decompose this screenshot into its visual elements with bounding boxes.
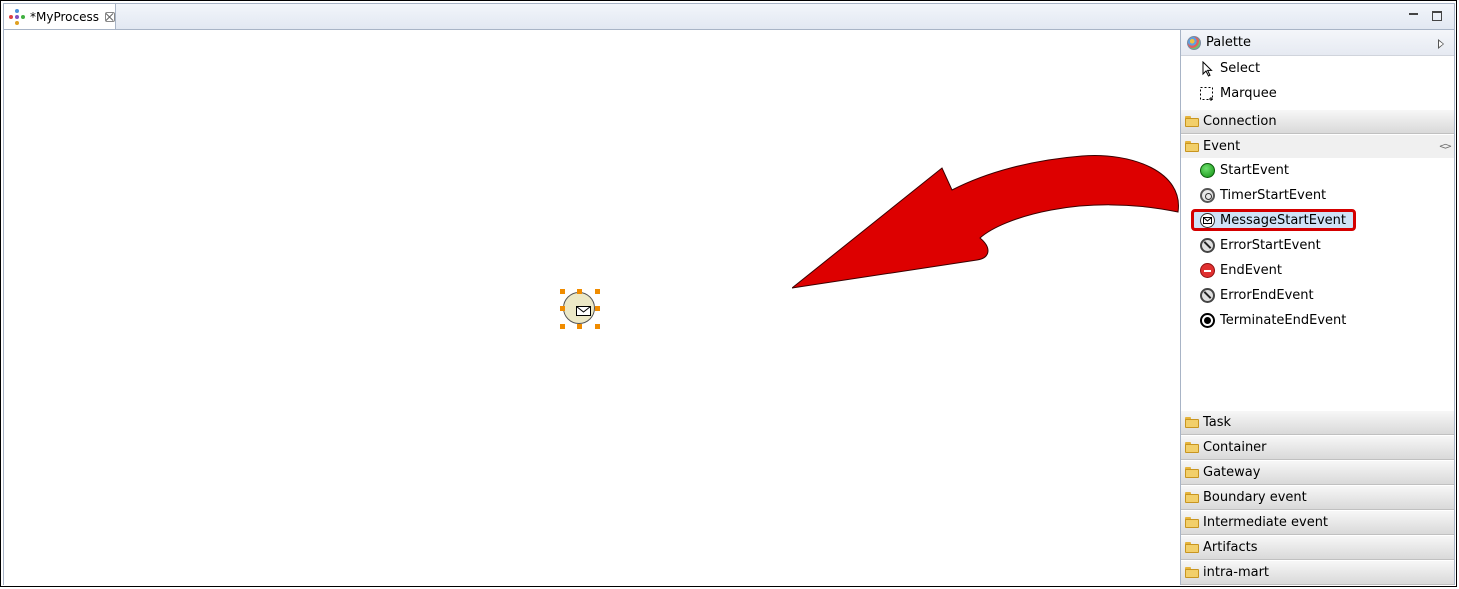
- entry-error-end-event[interactable]: ErrorEndEvent: [1181, 283, 1454, 308]
- folder-open-icon: [1185, 141, 1199, 152]
- selection-handle[interactable]: [560, 289, 565, 294]
- drawer-gateway[interactable]: Gateway: [1181, 460, 1454, 485]
- process-icon: [9, 8, 25, 25]
- window-frame: *MyProcess Palette Select Marquee Connec…: [0, 0, 1457, 587]
- entry-label: StartEvent: [1220, 163, 1289, 178]
- folder-icon: [1185, 467, 1199, 478]
- entry-timer-start-event[interactable]: TimerStartEvent: [1181, 183, 1454, 208]
- drawer-label: Event: [1203, 139, 1241, 154]
- palette-collapse-icon[interactable]: [1438, 39, 1444, 49]
- selection-handle[interactable]: [560, 324, 565, 329]
- folder-icon: [1185, 492, 1199, 503]
- entry-end-event[interactable]: EndEvent: [1181, 258, 1454, 283]
- entry-label: EndEvent: [1220, 263, 1282, 278]
- entry-label: ErrorEndEvent: [1220, 288, 1314, 303]
- entry-label: MessageStartEvent: [1220, 213, 1346, 228]
- palette-icon: [1187, 35, 1201, 50]
- entry-label: TimerStartEvent: [1220, 188, 1327, 203]
- folder-icon: [1185, 517, 1199, 528]
- drawer-label: Container: [1203, 440, 1267, 455]
- tab-title: *MyProcess: [30, 9, 99, 24]
- drawer-label: Task: [1203, 415, 1232, 430]
- tool-label: Select: [1220, 61, 1261, 76]
- drawer-intra-mart[interactable]: intra-mart: [1181, 560, 1454, 585]
- minimize-button[interactable]: [1408, 10, 1419, 20]
- folder-icon: [1185, 542, 1199, 553]
- end-event-icon: [1200, 263, 1215, 278]
- drawer-connection[interactable]: Connection: [1181, 109, 1454, 134]
- entry-label: TerminateEndEvent: [1220, 313, 1347, 328]
- palette-title: Palette: [1206, 35, 1252, 50]
- drawer-label: intra-mart: [1203, 565, 1270, 580]
- envelope-icon: [576, 306, 591, 316]
- pin-icon[interactable]: <>: [1439, 142, 1452, 152]
- message-start-event-node[interactable]: [560, 289, 600, 329]
- folder-icon: [1185, 442, 1199, 453]
- start-event-icon: [1200, 163, 1215, 178]
- error-start-event-icon: [1200, 238, 1215, 253]
- entry-start-event[interactable]: StartEvent: [1181, 158, 1454, 183]
- palette-bottom-drawers: Task Container Gateway Boundary event In…: [1181, 410, 1454, 585]
- drawer-label: Connection: [1203, 114, 1277, 129]
- drawer-task[interactable]: Task: [1181, 410, 1454, 435]
- drawer-label: Gateway: [1203, 465, 1261, 480]
- drawer-label: Artifacts: [1203, 540, 1258, 555]
- process-editor: *MyProcess Palette Select Marquee Connec…: [3, 3, 1455, 585]
- marquee-icon: [1200, 86, 1213, 101]
- timer-start-event-icon: [1200, 188, 1215, 203]
- selection-handle[interactable]: [577, 324, 582, 329]
- red-curved-arrow: [792, 155, 1179, 289]
- entry-message-start-event[interactable]: MessageStartEvent: [1181, 208, 1454, 233]
- event-circle: [563, 292, 595, 324]
- drawer-label: Boundary event: [1203, 490, 1307, 505]
- drawer-event[interactable]: Event <>: [1181, 134, 1454, 158]
- terminate-end-event-icon: [1200, 313, 1215, 328]
- drawer-intermediate-event[interactable]: Intermediate event: [1181, 510, 1454, 535]
- drawer-label: Intermediate event: [1203, 515, 1329, 530]
- message-start-event-icon: [1200, 213, 1215, 228]
- selection-handle[interactable]: [595, 289, 600, 294]
- folder-icon: [1185, 116, 1199, 127]
- palette: Palette Select Marquee Connection Event …: [1180, 30, 1454, 585]
- selection-handle[interactable]: [595, 306, 600, 311]
- entry-error-start-event[interactable]: ErrorStartEvent: [1181, 233, 1454, 258]
- drawer-container[interactable]: Container: [1181, 435, 1454, 460]
- folder-icon: [1185, 417, 1199, 428]
- error-end-event-icon: [1200, 288, 1215, 303]
- tool-marquee[interactable]: Marquee: [1181, 81, 1454, 106]
- diagram-canvas[interactable]: [4, 30, 1180, 585]
- select-arrow-icon: [1202, 60, 1213, 77]
- tool-select[interactable]: Select: [1181, 56, 1454, 81]
- palette-header[interactable]: Palette: [1181, 30, 1454, 56]
- selection-handle[interactable]: [595, 324, 600, 329]
- tool-label: Marquee: [1220, 86, 1277, 101]
- maximize-button[interactable]: [1432, 11, 1442, 21]
- selection-handle[interactable]: [577, 289, 582, 294]
- entry-label: ErrorStartEvent: [1220, 238, 1321, 253]
- selection-handle[interactable]: [560, 306, 565, 311]
- drawer-boundary-event[interactable]: Boundary event: [1181, 485, 1454, 510]
- folder-icon: [1185, 567, 1199, 578]
- drawer-artifacts[interactable]: Artifacts: [1181, 535, 1454, 560]
- close-icon[interactable]: [104, 11, 115, 22]
- editor-tab-bar: *MyProcess: [4, 4, 1454, 30]
- tab-myprocess[interactable]: *MyProcess: [4, 4, 116, 29]
- entry-terminate-end-event[interactable]: TerminateEndEvent: [1181, 308, 1454, 333]
